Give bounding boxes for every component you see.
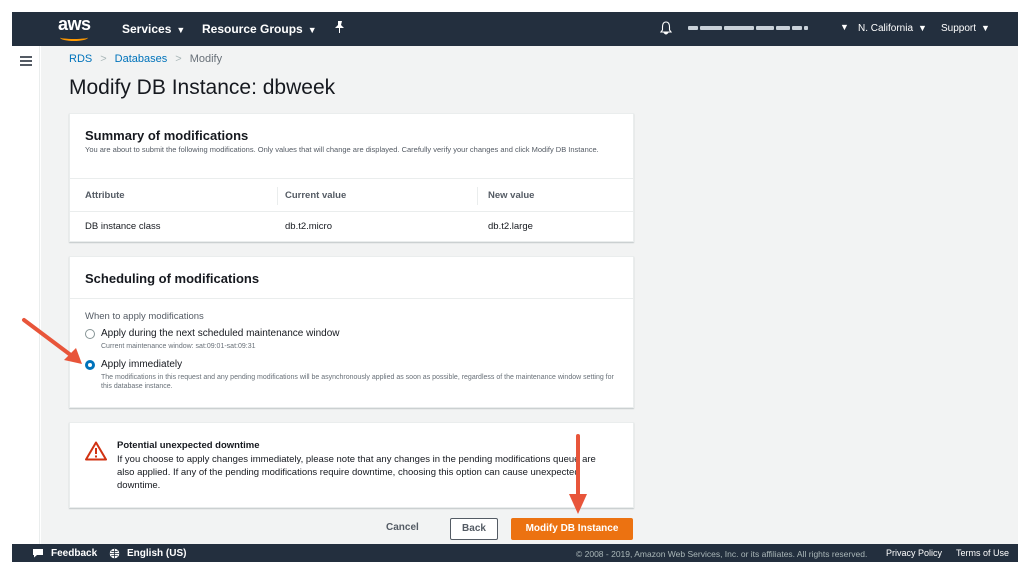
footer-bar: Feedback English (US) © 2008 - 2019, Ama…: [12, 544, 1018, 562]
column-header-new: New value: [488, 190, 535, 201]
radio-apply-immediately[interactable]: [85, 360, 95, 370]
warning-text: If you choose to apply changes immediate…: [117, 454, 596, 491]
scheduling-panel: Scheduling of modifications When to appl…: [69, 256, 634, 408]
breadcrumb-current: Modify: [189, 53, 223, 65]
cell-attribute: DB instance class: [85, 221, 161, 232]
aws-smile-icon: [60, 34, 88, 41]
table-header: Attribute Current value New value: [70, 178, 633, 212]
services-label: Services: [122, 22, 172, 36]
option-next-window-label[interactable]: Apply during the next scheduled maintena…: [101, 328, 340, 339]
chevron-right-icon: >: [100, 53, 107, 65]
bell-icon[interactable]: [659, 21, 673, 35]
page-title: Modify DB Instance: dbweek: [69, 76, 336, 99]
cell-new-value: db.t2.large: [488, 221, 533, 232]
language-selector[interactable]: English (US): [127, 548, 186, 559]
account-menu-redacted[interactable]: [688, 23, 820, 33]
table-row: DB instance class db.t2.micro db.t2.larg…: [70, 213, 633, 241]
chevron-down-icon: ▼: [918, 23, 927, 33]
chevron-down-icon: ▼: [307, 25, 317, 35]
resource-groups-label: Resource Groups: [202, 22, 303, 36]
column-divider: [477, 187, 478, 205]
support-menu[interactable]: Support ▼: [941, 23, 990, 34]
region-menu[interactable]: N. California ▼: [858, 23, 927, 34]
breadcrumb-rds[interactable]: RDS: [69, 53, 92, 65]
cancel-button[interactable]: Cancel: [386, 522, 419, 533]
support-label: Support: [941, 23, 977, 34]
divider: [70, 298, 633, 299]
left-rail: [12, 46, 40, 544]
chevron-down-icon: ▼: [176, 25, 186, 35]
option-next-window-sub: Current maintenance window: sat:09:01-sa…: [101, 343, 256, 350]
feedback-icon: [32, 548, 44, 561]
warning-title: Potential unexpected downtime: [117, 440, 260, 451]
hamburger-menu-icon[interactable]: [20, 56, 32, 66]
breadcrumb: RDS > Databases > Modify: [69, 53, 222, 65]
when-to-apply-label: When to apply modifications: [85, 311, 204, 322]
summary-panel: Summary of modifications You are about t…: [69, 113, 634, 242]
screenshot-frame-top: [0, 0, 1018, 12]
chevron-down-icon: ▼: [840, 22, 849, 32]
column-header-attribute: Attribute: [85, 190, 125, 201]
aws-logo-text: aws: [58, 14, 91, 34]
region-label: N. California: [858, 23, 914, 34]
terms-of-use-link[interactable]: Terms of Use: [956, 548, 1009, 558]
main-content: RDS > Databases > Modify Modify DB Insta…: [41, 46, 1018, 544]
option-apply-immediately-sub: The modifications in this request and an…: [101, 374, 614, 390]
column-divider: [277, 187, 278, 205]
top-navigation-bar: aws Services ▼ Resource Groups ▼ ▼ N. Cali…: [12, 12, 1018, 46]
aws-logo[interactable]: aws: [58, 15, 98, 43]
warning-icon: [85, 441, 107, 461]
globe-icon: [109, 548, 120, 562]
summary-title: Summary of modifications: [85, 128, 249, 143]
breadcrumb-databases[interactable]: Databases: [115, 53, 168, 65]
pin-icon[interactable]: [334, 20, 346, 37]
radio-next-maintenance-window[interactable]: [85, 329, 95, 339]
cell-current-value: db.t2.micro: [285, 221, 332, 232]
copyright-text: © 2008 - 2019, Amazon Web Services, Inc.…: [576, 549, 868, 559]
feedback-link[interactable]: Feedback: [51, 548, 97, 559]
chevron-down-icon: ▼: [981, 23, 990, 33]
summary-description: You are about to submit the following mo…: [85, 145, 599, 154]
scheduling-title: Scheduling of modifications: [85, 271, 260, 286]
resource-groups-menu[interactable]: Resource Groups ▼: [202, 22, 317, 36]
services-menu[interactable]: Services ▼: [122, 22, 185, 36]
back-button[interactable]: Back: [450, 518, 498, 540]
option-apply-immediately-label[interactable]: Apply immediately: [101, 359, 182, 370]
privacy-policy-link[interactable]: Privacy Policy: [886, 548, 942, 558]
modify-db-instance-button[interactable]: Modify DB Instance: [511, 518, 633, 540]
column-header-current: Current value: [285, 190, 347, 201]
screenshot-frame-left: [0, 12, 12, 562]
chevron-right-icon: >: [175, 53, 182, 65]
downtime-warning-panel: Potential unexpected downtime If you cho…: [69, 422, 634, 508]
